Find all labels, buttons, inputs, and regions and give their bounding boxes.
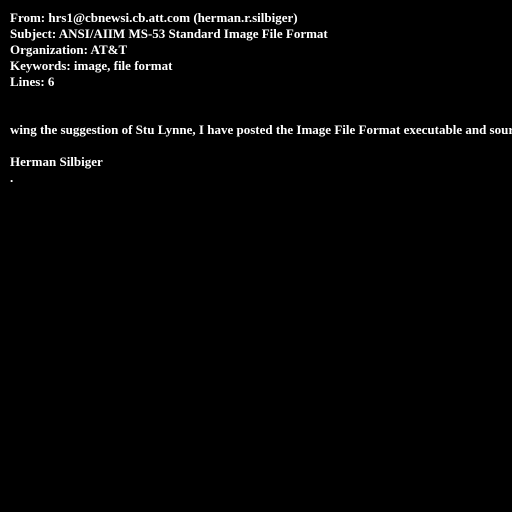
header-subject: Subject: ANSI/AIIM MS-53 Standard Image … [10, 26, 328, 41]
message-terminator: . [10, 170, 14, 185]
header-lines: Lines: 6 [10, 74, 55, 89]
signature-name: Herman Silbiger [10, 154, 103, 169]
header-from: From: hrs1@cbnewsi.cb.att.com (herman.r.… [10, 10, 298, 25]
header-organization: Organization: AT&T [10, 42, 128, 57]
header-keywords: Keywords: image, file format [10, 58, 173, 73]
body-text: wing the suggestion of Stu Lynne, I have… [10, 122, 512, 137]
